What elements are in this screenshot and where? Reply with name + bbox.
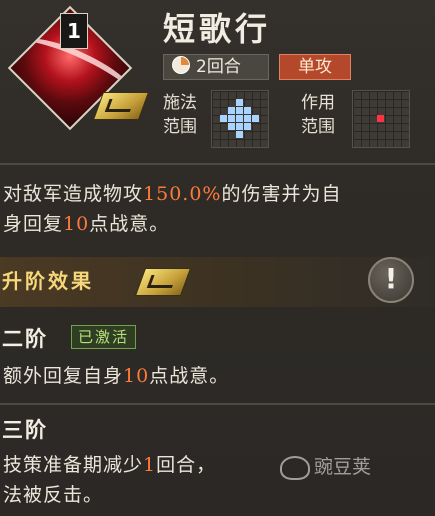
effect-range-grid [352, 90, 410, 148]
effect-range-label-1: 作用 [301, 93, 335, 113]
cast-range-label-2: 范围 [163, 117, 197, 137]
attack-type-badge: 单攻 [279, 54, 351, 80]
watermark-logo-icon [280, 455, 310, 480]
info-icon[interactable]: ! [368, 257, 414, 303]
divider [0, 163, 435, 165]
cast-range-grid [211, 90, 269, 148]
tier2-title: 二阶 [2, 326, 48, 351]
rounds-label: 2回合 [196, 57, 241, 77]
skill-description: 对敌军造成物攻150.0%的伤害并为自 身回复10点战意。 [3, 183, 342, 235]
cast-range-label-1: 施法 [163, 93, 197, 113]
watermark: 豌豆荚 [280, 452, 430, 492]
clock-icon [172, 56, 190, 74]
activated-badge: 已激活 [71, 325, 137, 349]
tier3-title: 三阶 [2, 417, 48, 442]
rounds-pill: 2回合 [163, 54, 269, 80]
effect-range-label-2: 范围 [301, 117, 335, 137]
upgrade-title: 升阶效果 [2, 269, 94, 293]
divider [0, 403, 435, 405]
skill-panel: 1 短歌行 2回合 单攻 施法 范围 作用 范围 对敌军造成物攻150.0%的伤… [0, 0, 435, 516]
rank-badge-icon [92, 92, 150, 120]
skill-name: 短歌行 [163, 10, 272, 48]
watermark-text: 豌豆荚 [314, 456, 372, 478]
tier3-description: 技策准备期减少1回合， 法被反击。 [3, 454, 217, 506]
skill-level: 1 [60, 13, 88, 49]
tier2-description: 额外回复自身10点战意。 [3, 365, 230, 387]
